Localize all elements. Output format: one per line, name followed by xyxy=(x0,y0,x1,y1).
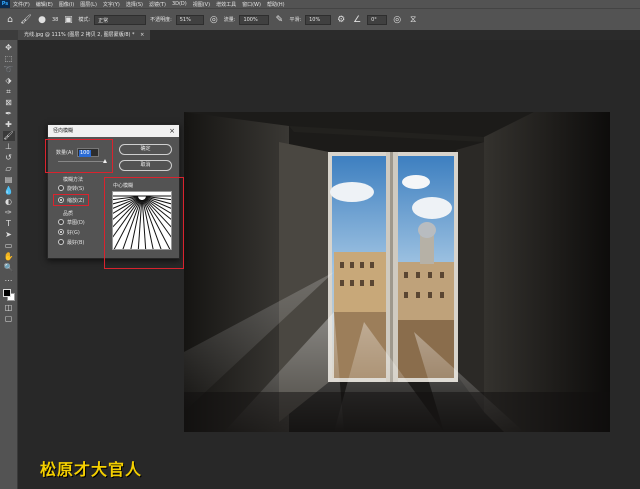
pen-tool-icon[interactable]: ✑ xyxy=(3,208,15,218)
close-tab-icon[interactable]: × xyxy=(140,32,144,38)
menu-image[interactable]: 图像(I) xyxy=(56,1,77,8)
method-spin-label[interactable]: 旋转(S) xyxy=(67,185,84,192)
angle-icon[interactable]: ∠ xyxy=(351,14,363,26)
dodge-tool-icon[interactable]: ◐ xyxy=(3,197,15,207)
symmetry-icon[interactable]: ⧖ xyxy=(407,14,419,26)
blur-tool-icon[interactable]: 💧 xyxy=(3,186,15,196)
options-bar: ⌂ 🖌 ● 38 ▣ 模式: 正常 不透明度: 51% ◎ 流量: 100% ✎… xyxy=(0,8,640,30)
path-selection-tool-icon[interactable]: ➤ xyxy=(3,230,15,240)
smooth-field[interactable]: 10% xyxy=(305,14,332,25)
gear-icon[interactable]: ⚙ xyxy=(335,14,347,26)
rectangle-tool-icon[interactable]: ▭ xyxy=(3,241,15,251)
frame-tool-icon[interactable]: ⊠ xyxy=(3,98,15,108)
menu-3d[interactable]: 3D(D) xyxy=(169,1,190,7)
move-tool-icon[interactable]: ✥ xyxy=(3,43,15,53)
photoshop-logo[interactable]: Ps xyxy=(0,0,10,8)
zoom-preview-graphic xyxy=(113,195,171,249)
more-tools-icon[interactable]: … xyxy=(3,274,15,284)
menu-window[interactable]: 窗口(W) xyxy=(239,1,264,8)
dialog-title: 径向模糊 xyxy=(48,125,179,137)
brush-size[interactable]: 38 xyxy=(52,17,58,23)
color-swatches[interactable] xyxy=(2,288,16,302)
tools-panel: ✥ ⬚ ➰ ⬗ ⌗ ⊠ ✒ ✚ 🖌 ⊥ ↺ ▱ ▤ 💧 ◐ ✑ T ➤ ▭ ✋ … xyxy=(0,40,18,489)
amount-label: 数量(A) xyxy=(56,150,74,156)
home-icon[interactable]: ⌂ xyxy=(4,14,16,26)
document-canvas-image[interactable] xyxy=(184,112,610,432)
quality-draft-label[interactable]: 草图(D) xyxy=(67,219,85,226)
pressure-opacity-icon[interactable]: ◎ xyxy=(208,14,220,26)
amount-input[interactable]: 100 xyxy=(77,148,99,157)
quality-best-radio[interactable] xyxy=(58,239,64,245)
watermark-text: 松原才大官人 xyxy=(40,460,143,479)
quality-best-label[interactable]: 最好(B) xyxy=(67,239,84,246)
flow-label: 流量: xyxy=(223,17,236,23)
menu-help[interactable]: 帮助(H) xyxy=(264,1,288,8)
history-brush-tool-icon[interactable]: ↺ xyxy=(3,153,15,163)
mode-select[interactable]: 正常 xyxy=(94,14,147,25)
lasso-tool-icon[interactable]: ➰ xyxy=(3,65,15,75)
ok-button[interactable]: 确定 xyxy=(119,144,172,155)
clone-stamp-tool-icon[interactable]: ⊥ xyxy=(3,142,15,152)
object-selection-tool-icon[interactable]: ⬗ xyxy=(3,76,15,86)
healing-brush-tool-icon[interactable]: ✚ xyxy=(3,120,15,130)
eraser-tool-icon[interactable]: ▱ xyxy=(3,164,15,174)
amount-slider-thumb[interactable] xyxy=(103,159,107,163)
blur-center-label: 中心模糊 xyxy=(113,183,134,189)
menu-view[interactable]: 视图(V) xyxy=(190,1,213,8)
brush-tool-icon[interactable]: 🖌 xyxy=(2,131,15,141)
hand-tool-icon[interactable]: ✋ xyxy=(3,252,15,262)
angle-field[interactable]: 0° xyxy=(367,14,388,25)
menu-layer[interactable]: 图层(L) xyxy=(77,1,100,8)
quality-good-label[interactable]: 好(G) xyxy=(67,229,80,236)
zoom-tool-icon[interactable]: 🔍 xyxy=(3,263,15,273)
document-tab[interactable]: 光线.jpg @ 111% (图层 2 拷贝 2, 图层蒙版/8) * × xyxy=(18,30,151,40)
menu-type[interactable]: 文字(Y) xyxy=(100,1,123,8)
brush-preset-icon[interactable]: ● xyxy=(36,14,48,26)
menu-bar: Ps 文件(F) 编辑(E) 图像(I) 图层(L) 文字(Y) 选择(S) 滤… xyxy=(0,0,640,8)
radial-blur-dialog: 径向模糊 × 数量(A) 100 确定 取消 模糊方法 旋转(S) 缩放(Z) … xyxy=(45,124,184,269)
method-zoom-radio[interactable] xyxy=(58,197,64,203)
menu-filter[interactable]: 滤镜(T) xyxy=(146,1,169,8)
menu-file[interactable]: 文件(F) xyxy=(10,1,33,8)
foreground-color-swatch[interactable] xyxy=(2,289,11,297)
menu-select[interactable]: 选择(S) xyxy=(123,1,146,8)
screen-mode-icon[interactable]: ▢ xyxy=(3,314,15,324)
marquee-tool-icon[interactable]: ⬚ xyxy=(3,54,15,64)
type-tool-icon[interactable]: T xyxy=(3,219,15,229)
airbrush-icon[interactable]: ✎ xyxy=(273,14,285,26)
menu-plugins[interactable]: 增效工具 xyxy=(213,1,239,8)
blur-method-label: 模糊方法 xyxy=(63,177,84,183)
method-spin-radio[interactable] xyxy=(58,185,64,191)
opacity-field[interactable]: 51% xyxy=(175,14,204,25)
crop-tool-icon[interactable]: ⌗ xyxy=(3,87,15,97)
room-window-photo xyxy=(184,112,610,432)
amount-slider-track[interactable] xyxy=(58,161,106,162)
close-icon[interactable]: × xyxy=(169,125,175,137)
quick-mask-icon[interactable]: ◫ xyxy=(3,303,15,313)
document-tab-title: 光线.jpg @ 111% (图层 2 拷贝 2, 图层蒙版/8) * xyxy=(24,32,135,38)
quality-draft-radio[interactable] xyxy=(58,219,64,225)
cancel-button[interactable]: 取消 xyxy=(119,160,172,171)
pressure-size-icon[interactable]: ◎ xyxy=(391,14,403,26)
eyedropper-tool-icon[interactable]: ✒ xyxy=(3,109,15,119)
document-tabs: 光线.jpg @ 111% (图层 2 拷贝 2, 图层蒙版/8) * × xyxy=(18,30,640,40)
flow-field[interactable]: 100% xyxy=(239,14,270,25)
mode-label: 模式: xyxy=(78,17,91,23)
menu-edit[interactable]: 编辑(E) xyxy=(33,1,56,8)
brush-settings-icon[interactable]: ▣ xyxy=(62,14,74,26)
gradient-tool-icon[interactable]: ▤ xyxy=(3,175,15,185)
quality-label: 品质 xyxy=(63,211,74,217)
quality-good-radio[interactable] xyxy=(58,229,64,235)
method-zoom-label[interactable]: 缩放(Z) xyxy=(67,197,84,204)
smooth-label: 平滑: xyxy=(289,17,302,23)
opacity-label: 不透明度: xyxy=(150,17,172,23)
brush-tool-icon[interactable]: 🖌 xyxy=(20,14,32,26)
blur-center-preview[interactable] xyxy=(112,191,172,250)
amount-value: 100 xyxy=(79,150,91,157)
